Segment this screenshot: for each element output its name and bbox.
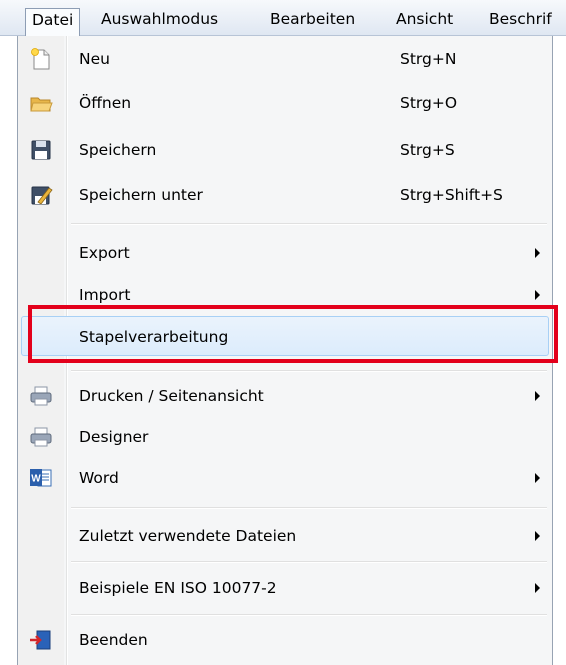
menu-item-word[interactable]: W Word	[21, 458, 549, 498]
menu-ansicht[interactable]: Ansicht	[390, 7, 459, 31]
new-document-icon	[31, 48, 50, 70]
menu-item-label: Öffnen	[79, 94, 132, 112]
menu-separator	[71, 507, 547, 509]
menu-datei[interactable]: Datei	[25, 8, 81, 36]
menu-beschriftung[interactable]: Beschrif	[483, 7, 558, 31]
menu-item-oeffnen[interactable]: Öffnen Strg+O	[21, 83, 549, 123]
menu-separator	[71, 614, 547, 616]
menu-item-shortcut: Strg+O	[400, 94, 458, 112]
menu-item-shortcut: Strg+S	[400, 141, 455, 159]
submenu-arrow-icon	[535, 290, 540, 300]
menu-item-label: Designer	[79, 428, 149, 446]
exit-door-icon	[30, 630, 51, 650]
menu-item-shortcut: Strg+N	[400, 50, 457, 68]
highlight-annotation-box	[28, 305, 558, 363]
save-as-icon	[31, 186, 53, 205]
menu-item-beispiele[interactable]: Beispiele EN ISO 10077-2	[21, 568, 549, 608]
submenu-arrow-icon	[535, 248, 540, 258]
menu-item-speichern-unter[interactable]: Speichern unter Strg+Shift+S	[21, 175, 549, 215]
menu-item-label: Drucken / Seitenansicht	[79, 387, 264, 405]
open-folder-icon	[30, 97, 53, 112]
designer-printer-icon	[30, 427, 52, 447]
menu-item-speichern[interactable]: Speichern Strg+S	[21, 130, 549, 170]
menu-bar: Datei Auswahlmodus Bearbeiten Ansicht Be…	[0, 0, 566, 36]
menu-item-neu[interactable]: Neu Strg+N	[21, 39, 549, 79]
svg-text:W: W	[31, 474, 41, 485]
menu-item-label: Speichern	[79, 141, 157, 159]
menu-item-zuletzt-verwendete-dateien[interactable]: Zuletzt verwendete Dateien	[21, 516, 549, 556]
submenu-arrow-icon	[535, 473, 540, 483]
word-icon: W	[30, 469, 52, 487]
menu-item-label: Zuletzt verwendete Dateien	[79, 527, 297, 545]
submenu-arrow-icon	[535, 531, 540, 541]
menu-item-beenden[interactable]: Beenden	[21, 620, 549, 660]
menu-separator	[71, 223, 547, 225]
menu-item-label: Word	[79, 469, 119, 487]
printer-icon	[30, 386, 52, 406]
menu-item-label: Neu	[79, 50, 110, 68]
menu-item-label: Beispiele EN ISO 10077-2	[79, 579, 277, 597]
submenu-arrow-icon	[535, 391, 540, 401]
menu-separator	[71, 561, 547, 563]
submenu-arrow-icon	[535, 583, 540, 593]
menu-item-export[interactable]: Export	[21, 233, 549, 273]
menu-separator	[71, 370, 547, 372]
menu-item-label: Beenden	[79, 631, 148, 649]
menu-item-designer[interactable]: Designer	[21, 417, 549, 457]
save-disk-icon	[31, 140, 51, 160]
menu-item-shortcut: Strg+Shift+S	[400, 186, 503, 204]
menu-item-label: Speichern unter	[79, 186, 203, 204]
menu-auswahlmodus[interactable]: Auswahlmodus	[95, 7, 224, 31]
menu-item-drucken[interactable]: Drucken / Seitenansicht	[21, 376, 549, 416]
menu-bearbeiten[interactable]: Bearbeiten	[264, 7, 361, 31]
menu-item-label: Export	[79, 244, 130, 262]
